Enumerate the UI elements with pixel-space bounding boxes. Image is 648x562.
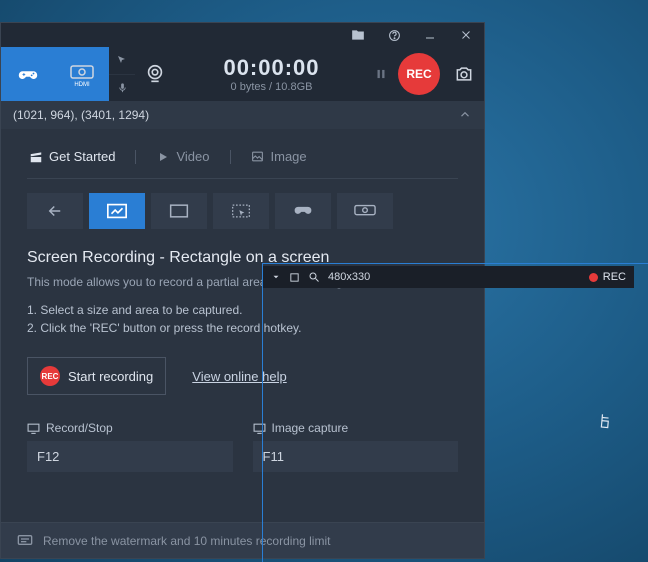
tab-separator (135, 150, 136, 164)
image-icon (251, 150, 265, 164)
panel-tabs: Get Started Video Image (27, 145, 458, 179)
cm-rectangle-button[interactable] (89, 193, 145, 229)
small-buttons-col (109, 47, 135, 101)
timer-value: 00:00:00 (223, 55, 319, 81)
cm-fullscreen-button[interactable] (151, 193, 207, 229)
selection-move-icon[interactable] (289, 272, 300, 283)
selection-size: 480x330 (328, 271, 370, 283)
cm-device-button[interactable] (337, 193, 393, 229)
record-circle[interactable]: REC (398, 53, 440, 95)
timer-area: 00:00:00 0 bytes / 10.8GB (175, 47, 368, 101)
selection-rec-button[interactable]: REC (589, 271, 626, 283)
titlebar (1, 23, 484, 47)
start-recording-button[interactable]: REC Start recording (27, 357, 166, 395)
tab-separator (230, 150, 231, 164)
cm-around-mouse-button[interactable] (213, 193, 269, 229)
tab-get-started-label: Get Started (49, 149, 115, 164)
selection-rec-label: REC (603, 271, 626, 283)
coordinates-bar: (1021, 964), (3401, 1294) (1, 101, 484, 129)
start-recording-label: Start recording (68, 369, 153, 384)
hotkey-record-text: Record/Stop (46, 421, 113, 435)
tab-video[interactable]: Video (154, 145, 211, 168)
cursor-toggle-icon[interactable] (109, 47, 135, 75)
tab-get-started[interactable]: Get Started (27, 145, 117, 168)
cm-game-button[interactable] (275, 193, 331, 229)
capture-mode-row (27, 193, 458, 229)
collapse-icon[interactable] (458, 108, 472, 122)
selection-toolbar: 480x330 REC (263, 266, 634, 288)
rec-dot-icon: REC (40, 366, 60, 386)
mode-device-button[interactable]: HDMI (55, 47, 109, 101)
minimize-icon[interactable] (420, 25, 440, 45)
monitor-icon (27, 423, 40, 434)
screenshot-button[interactable] (444, 47, 484, 101)
hotkey-record-input[interactable] (27, 441, 233, 472)
coordinates-text: (1021, 964), (3401, 1294) (13, 108, 149, 122)
tab-video-label: Video (176, 149, 209, 164)
hotkey-record-col: Record/Stop (27, 421, 233, 472)
rec-dot-icon (589, 273, 598, 282)
mode-game-button[interactable] (1, 47, 55, 101)
clapper-icon (29, 150, 43, 164)
cm-back-button[interactable] (27, 193, 83, 229)
help-icon[interactable] (384, 25, 404, 45)
mic-toggle-icon[interactable] (109, 75, 135, 102)
close-icon[interactable] (456, 25, 476, 45)
topbar: HDMI 00:00:00 0 bytes / 10.8GB REC (1, 47, 484, 101)
play-icon (156, 150, 170, 164)
webcam-button[interactable] (135, 47, 175, 101)
capture-selection-rectangle[interactable] (263, 264, 648, 562)
open-folder-icon[interactable] (348, 25, 368, 45)
bytes-value: 0 bytes / 10.8GB (231, 81, 313, 93)
selection-dropdown-icon[interactable] (271, 272, 281, 282)
pause-button[interactable] (368, 47, 394, 101)
tab-image-label: Image (271, 149, 307, 164)
chat-icon (17, 534, 33, 548)
selection-search-icon[interactable] (308, 271, 320, 283)
hotkey-record-label: Record/Stop (27, 421, 233, 435)
record-button[interactable]: REC (394, 47, 444, 101)
tab-image[interactable]: Image (249, 145, 309, 168)
